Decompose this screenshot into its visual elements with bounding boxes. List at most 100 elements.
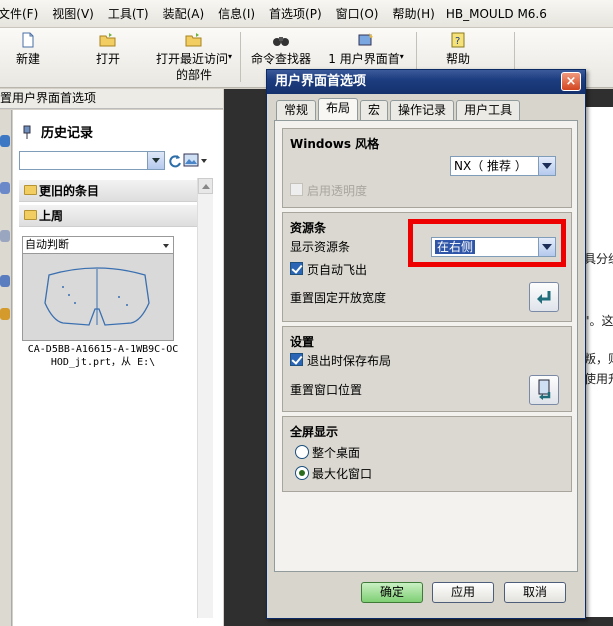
whole-desktop-label: 整个桌面 bbox=[312, 446, 361, 460]
layout-tab-panel: Windows 风格 NX（ 推荐 ） 启用透明度 资源条 显示资源条 在右侧 … bbox=[274, 120, 578, 572]
open-label: 打开 bbox=[95, 52, 120, 66]
ui-preferences-label: 1 用户界面首 bbox=[328, 52, 400, 66]
resource-bar-group: 资源条 显示资源条 在右侧 页自动飞出 重置固定开放宽度 bbox=[282, 212, 572, 322]
windows-style-title: Windows 风格 bbox=[290, 137, 380, 151]
menu-view[interactable]: 视图(V) bbox=[45, 5, 101, 22]
tab-strip: 常规 布局 宏 操作记录 用户工具 bbox=[276, 98, 521, 120]
view-options-icon[interactable] bbox=[183, 153, 209, 168]
thumbnail-mode-dropdown[interactable]: 自动判断 bbox=[23, 237, 173, 254]
auto-fly-out-checkbox[interactable] bbox=[290, 262, 303, 275]
thumbnail-caption: CA-D5BB-A16615-A-1WB9C-OC HOD_jt.prt，从 E… bbox=[27, 344, 179, 368]
chevron-down-icon[interactable] bbox=[538, 238, 555, 256]
enable-transparency-label: 启用透明度 bbox=[307, 184, 368, 198]
close-icon[interactable]: × bbox=[561, 72, 581, 91]
panel-header: 置用户界面首选项 bbox=[0, 89, 223, 109]
reset-width-label: 重置固定开放宽度 bbox=[290, 291, 387, 305]
pin-icon[interactable] bbox=[21, 125, 33, 139]
tab-user-tools[interactable]: 用户工具 bbox=[456, 100, 521, 120]
reset-window-icon bbox=[538, 379, 551, 400]
open-recent-label-1: 打开最近访问 bbox=[155, 52, 228, 66]
cancel-button[interactable]: 取消 bbox=[504, 582, 566, 603]
new-file-icon bbox=[22, 32, 34, 48]
list-item-last-week[interactable]: 上周 bbox=[19, 205, 197, 227]
tab-journal[interactable]: 操作记录 bbox=[390, 100, 455, 120]
reset-arrow-icon bbox=[537, 291, 551, 304]
open-button[interactable]: 打开 bbox=[92, 32, 124, 67]
new-button[interactable]: 新建 bbox=[10, 32, 46, 67]
toolbar-separator bbox=[240, 32, 241, 82]
maximize-window-label: 最大化窗口 bbox=[312, 467, 373, 481]
ui-preferences-dialog: 用户界面首选项 × 常规 布局 宏 操作记录 用户工具 Windows 风格 N… bbox=[266, 69, 586, 619]
chevron-down-icon[interactable] bbox=[538, 157, 555, 175]
chevron-down-icon[interactable] bbox=[147, 152, 164, 169]
refresh-icon[interactable] bbox=[168, 154, 182, 168]
background-text: "。这 bbox=[584, 314, 613, 328]
menu-window[interactable]: 窗口(O) bbox=[329, 5, 386, 22]
binoculars-icon bbox=[273, 37, 289, 46]
tab-general[interactable]: 常规 bbox=[276, 100, 317, 120]
help-book-icon: ? bbox=[451, 32, 465, 48]
folder-open-icon bbox=[24, 210, 37, 220]
scroll-up-icon[interactable] bbox=[198, 178, 213, 194]
help-button[interactable]: ? 帮助 bbox=[440, 32, 476, 67]
reset-window-position-label: 重置窗口位置 bbox=[290, 383, 363, 397]
command-finder-button[interactable]: 命令查找器 bbox=[248, 32, 314, 67]
ok-button[interactable]: 确定 bbox=[361, 582, 423, 603]
chevron-down-icon bbox=[163, 244, 169, 248]
list-item-older-entries[interactable]: 更旧的条目 bbox=[19, 180, 197, 202]
fullscreen-group: 全屏显示 整个桌面 最大化窗口 bbox=[282, 416, 572, 492]
history-icon[interactable] bbox=[0, 308, 10, 320]
save-layout-on-exit-label: 退出时保存布局 bbox=[307, 354, 392, 368]
menu-preferences[interactable]: 首选项(P) bbox=[262, 5, 329, 22]
menu-info[interactable]: 信息(I) bbox=[211, 5, 262, 22]
history-panel: 历史记录 更旧的条目 上周 自动判断 CA-D5BB-A16615-A-1WB9… bbox=[13, 110, 223, 626]
maximize-window-radio[interactable] bbox=[295, 466, 309, 480]
save-layout-on-exit-checkbox[interactable] bbox=[290, 353, 303, 366]
ui-preferences-icon bbox=[358, 33, 373, 46]
reset-width-button[interactable] bbox=[529, 282, 559, 312]
command-finder-label: 命令查找器 bbox=[250, 52, 311, 66]
menu-help[interactable]: 帮助(H) bbox=[385, 5, 441, 22]
auto-fly-out-label: 页自动飞出 bbox=[307, 263, 368, 277]
recent-folder-icon bbox=[185, 33, 202, 47]
menu-tools[interactable]: 工具(T) bbox=[101, 5, 156, 22]
open-recent-button[interactable]: 打开最近访问▾ 的部件 bbox=[152, 32, 236, 83]
svg-text:?: ? bbox=[455, 36, 460, 47]
web-browser-icon[interactable] bbox=[0, 275, 10, 287]
fullscreen-title: 全屏显示 bbox=[290, 425, 339, 439]
dialog-title[interactable]: 用户界面首选项 bbox=[267, 70, 585, 94]
resource-bar-tabs bbox=[0, 110, 12, 626]
hood-part-preview-icon bbox=[44, 267, 150, 326]
menu-assembly[interactable]: 装配(A) bbox=[156, 5, 212, 22]
enable-transparency-checkbox[interactable] bbox=[290, 183, 303, 196]
background-text: 叛，则 bbox=[584, 352, 613, 366]
windows-style-group: Windows 风格 NX（ 推荐 ） 启用透明度 bbox=[282, 128, 572, 208]
reset-window-position-button[interactable] bbox=[529, 375, 559, 405]
whole-desktop-radio[interactable] bbox=[295, 445, 309, 459]
assembly-navigator-icon[interactable] bbox=[0, 135, 10, 147]
apply-button[interactable]: 应用 bbox=[432, 582, 494, 603]
display-resource-bar-label: 显示资源条 bbox=[290, 240, 351, 254]
history-filter-dropdown[interactable] bbox=[19, 151, 165, 170]
part-thumbnail[interactable]: 自动判断 bbox=[22, 236, 174, 341]
menu-bar: 文件(F) 视图(V) 工具(T) 装配(A) 信息(I) 首选项(P) 窗口(… bbox=[0, 0, 613, 28]
resource-bar-position-dropdown[interactable]: 在右侧 bbox=[431, 237, 556, 257]
ui-preferences-button[interactable]: 1 用户界面首▾ bbox=[320, 32, 412, 68]
background-text: 具分组 bbox=[584, 252, 613, 266]
background-text: 使用升 bbox=[584, 372, 613, 386]
settings-group: 设置 退出时保存布局 重置窗口位置 bbox=[282, 326, 572, 412]
open-folder-icon bbox=[99, 33, 116, 47]
history-scrollbar[interactable] bbox=[197, 178, 213, 618]
windows-style-dropdown[interactable]: NX（ 推荐 ） bbox=[450, 156, 556, 176]
tab-macro[interactable]: 宏 bbox=[360, 100, 389, 120]
part-navigator-icon[interactable] bbox=[0, 182, 10, 194]
tab-layout[interactable]: 布局 bbox=[318, 98, 359, 120]
menu-hb-mould[interactable]: HB_MOULD M6.6 bbox=[442, 7, 554, 21]
resource-bar-title: 资源条 bbox=[290, 221, 327, 235]
reuse-library-icon[interactable] bbox=[0, 230, 10, 242]
history-title: 历史记录 bbox=[41, 126, 94, 141]
menu-file[interactable]: 文件(F) bbox=[0, 5, 45, 22]
settings-title: 设置 bbox=[290, 335, 315, 349]
folder-icon bbox=[24, 185, 37, 195]
history-title-row: 历史记录 bbox=[21, 122, 93, 141]
